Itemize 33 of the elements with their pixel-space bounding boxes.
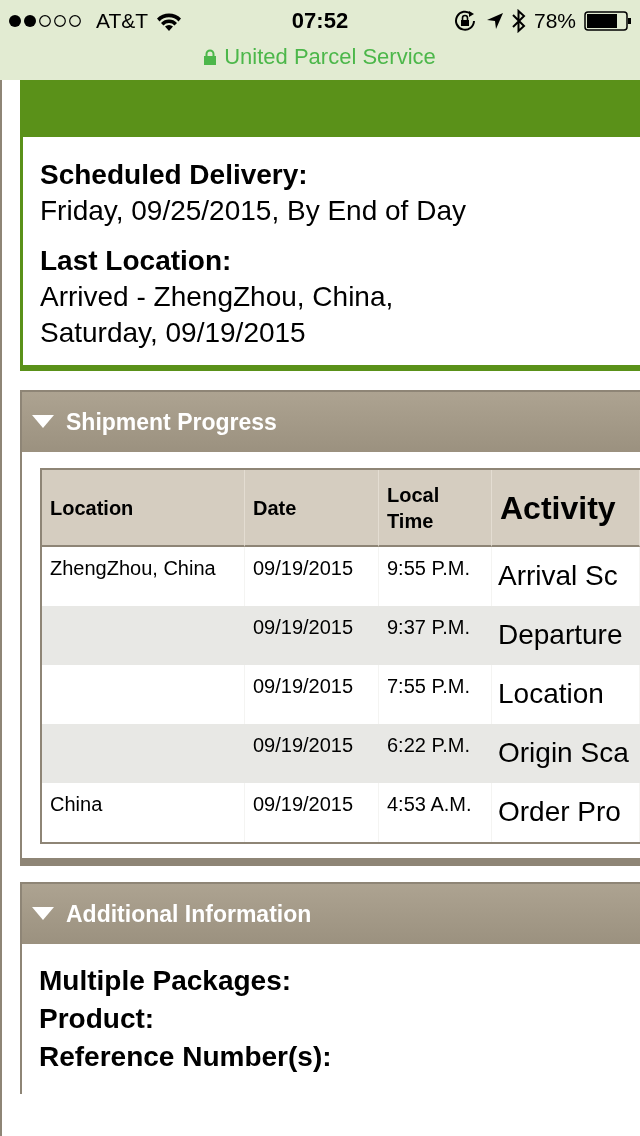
table-cell: 6:22 P.M. [379, 724, 492, 783]
section-title: Shipment Progress [66, 408, 277, 436]
field-value: Friday, 09/25/2015, By End of Day [40, 194, 467, 228]
column-header: Date [245, 470, 379, 547]
collapse-triangle-icon[interactable] [32, 415, 54, 429]
column-header: Local Time [379, 470, 492, 547]
clock-time: 07:52 [291, 8, 349, 34]
section-header[interactable]: Additional Information [22, 884, 640, 944]
field-value: Saturday, 09/19/2015 [40, 316, 307, 350]
field-label: Product: [39, 1002, 156, 1036]
page-title[interactable]: United Parcel Service [224, 44, 436, 70]
rotation-lock-icon [453, 10, 478, 32]
section-title: Additional Information [66, 900, 312, 928]
bluetooth-icon [511, 9, 526, 33]
collapse-triangle-icon[interactable] [32, 907, 54, 921]
table-cell: 09/19/2015 [245, 606, 379, 665]
battery-icon [584, 11, 632, 31]
carrier-name: AT&T [96, 9, 149, 33]
table-cell: Origin Sca [492, 724, 640, 783]
column-header: Activity [492, 470, 640, 547]
location-arrow-icon [485, 12, 504, 30]
field-label: Multiple Packages: [39, 964, 293, 998]
field-value: Arrived - ZhengZhou, China, [40, 280, 395, 314]
table-cell: 9:37 P.M. [379, 606, 492, 665]
column-header: Location [42, 470, 245, 547]
field-label: Reference Number(s): [39, 1040, 333, 1074]
field-label: Last Location: [40, 244, 233, 278]
battery-percentage: 78% [533, 9, 576, 33]
field-label: Scheduled Delivery: [40, 158, 309, 192]
table-cell: 09/19/2015 [245, 724, 379, 783]
section-header[interactable]: Shipment Progress [22, 392, 640, 452]
wifi-icon [156, 11, 183, 31]
table-cell: Departure [492, 606, 640, 665]
